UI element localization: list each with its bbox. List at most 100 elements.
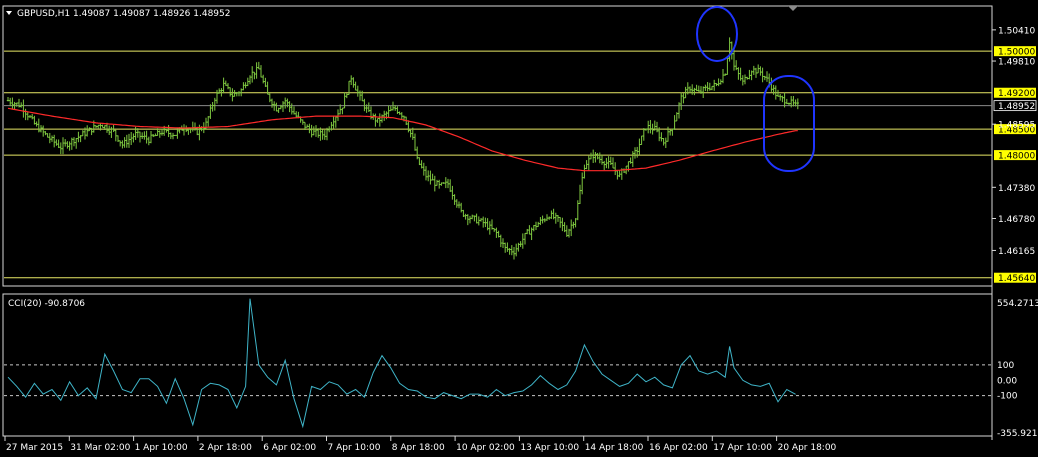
price-bar [754,67,758,78]
price-bar [592,149,595,164]
price-bar [68,141,71,151]
price-bar [413,133,417,151]
price-bar [400,112,403,120]
price-bar [264,77,267,87]
price-bar [570,219,573,237]
price-bar [207,116,210,127]
horizontal-levels: 1.500001.492001.485001.480001.456401.489… [4,46,1037,284]
price-bar [785,98,788,105]
price-bar [94,125,98,129]
time-label: 16 Apr 02:00 [649,443,708,453]
price-bar [576,200,579,221]
level-tag-label: 1.48000 [998,152,1035,162]
price-bar [761,67,764,83]
price-tick-label: 1.46165 [998,247,1035,257]
price-bar [46,133,49,138]
price-bar [534,221,538,230]
time-axis: 27 Mar 2015 31 Mar 02:00 1 Apr 10:00 2 Apr … [4,436,837,453]
price-bar [169,132,172,140]
price-bar [119,140,122,147]
price-bar [548,216,551,220]
price-bar [374,113,377,127]
price-bar [262,74,265,84]
price-bar [605,157,608,169]
dropdown-arrow-icon[interactable] [6,11,12,15]
price-bar [246,77,249,87]
price-bar [86,125,89,137]
price-bar [556,214,560,222]
price-bar [255,62,258,79]
price-bar [75,138,78,149]
price-bar [757,64,760,74]
price-bar [310,124,313,138]
price-bar [515,243,518,257]
price-bar [688,86,692,93]
price-bar [750,70,753,81]
price-bar [64,139,67,147]
price-bar [444,177,447,189]
price-bar [31,114,34,120]
price-bar [704,84,707,91]
price-bar [22,99,25,118]
price-bar [242,82,245,91]
price-bar [508,248,511,255]
price-bar [189,127,192,134]
price-bar [442,182,445,184]
price-bar [693,87,696,96]
price-bar [563,222,566,233]
price-bar [662,138,665,146]
price-bar [141,132,144,140]
price-bar [396,106,399,115]
price-bar [512,247,516,260]
price-bar [539,217,542,226]
price-bar [116,135,120,142]
cci-title: CCI(20) -90.8706 [8,299,85,309]
price-bar [431,173,434,181]
price-bar [152,134,155,138]
price-bar [488,221,491,235]
price-bar [457,201,461,209]
price-bar [15,102,18,107]
price-bar [407,120,410,133]
price-bar [59,142,62,155]
price-bar [462,209,465,218]
price-bar [123,137,126,148]
price-bar [138,131,142,143]
price-bar [598,152,601,164]
price-bar [409,129,412,138]
price-bar [614,162,617,176]
price-bar [292,106,296,115]
price-bar [594,151,597,163]
price-bar [743,74,747,85]
price-bar [673,115,676,130]
price-bar [519,241,522,247]
price-bar [574,218,577,228]
price-bar [559,216,562,228]
price-bar [671,128,674,136]
annotation-ellipse-top [696,6,738,62]
price-bar [143,131,146,140]
chart-canvas: GBPUSD,H1 1.49087 1.49087 1.48926 1.4895… [2,5,1038,453]
cci-indicator: 554.2713 100 0.00 -100 -355.9219 [4,298,1038,439]
price-bar [587,155,590,171]
shift-marker-icon[interactable] [788,6,798,11]
price-bar [484,217,487,228]
price-bar [290,103,293,115]
price-bar [9,97,12,107]
price-bar [345,93,348,99]
price-bar [398,111,401,115]
price-bar [231,88,234,102]
price-bar [270,98,274,108]
price-bar [792,96,795,107]
price-bar [713,79,716,91]
price-bar [257,61,260,70]
price-bar [275,102,278,112]
price-bar [433,175,436,192]
price-bar [746,76,749,80]
price-bar [376,118,379,123]
price-bar [550,210,553,219]
price-bar [11,97,14,109]
price-bar [259,65,263,78]
price-bar [26,111,29,121]
price-bar [647,120,650,134]
